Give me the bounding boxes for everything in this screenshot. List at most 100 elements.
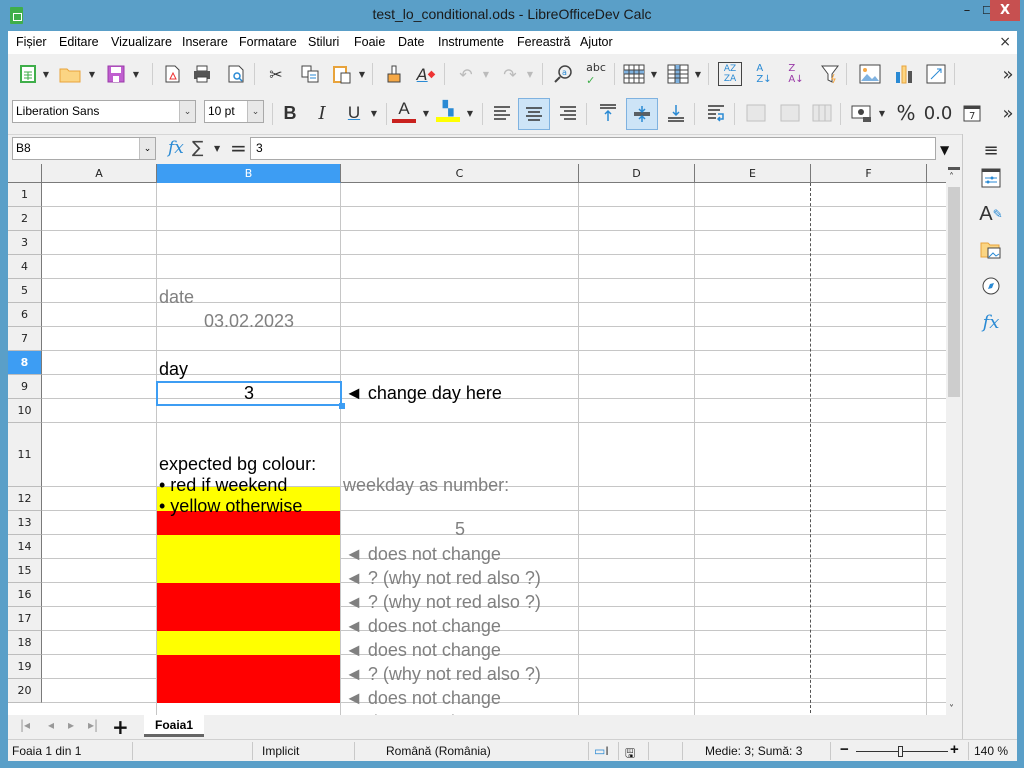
spelling-icon[interactable]: abc ✓ [584,61,608,87]
sort-descending-icon[interactable]: Z A↓ [784,62,808,86]
gallery-icon[interactable] [979,238,1003,262]
cell-b18-fill[interactable] [157,631,340,655]
cell-b14-fill[interactable] [157,535,340,559]
cut-icon[interactable]: ✂ [264,62,288,86]
number-format-button[interactable]: 0.0 [924,101,953,125]
cell-c13[interactable]: ◄ does not change [345,543,501,565]
sidebar-menu-icon[interactable]: ≡ [979,138,1003,162]
column-header-e[interactable]: E [695,164,811,183]
row-icon[interactable] [622,62,646,86]
styles-icon[interactable]: A ✎ [979,202,1003,226]
save-dropdown-icon[interactable]: ▼ [132,62,140,86]
chevron-down-icon[interactable]: ⌄ [179,101,195,122]
cell-c15[interactable]: ◄ ? (why not red also ?) [345,591,541,613]
close-button[interactable]: X [990,0,1020,21]
date-format-icon[interactable]: 7 [960,101,984,125]
cell-b11[interactable]: expected bg colour: • red if weekend • y… [159,454,316,517]
autofilter-icon[interactable] [818,62,842,86]
chevron-down-icon[interactable]: ⌄ [247,101,263,122]
font-color-icon[interactable]: A [392,99,416,123]
currency-format-icon[interactable] [850,101,874,125]
menu-insert[interactable]: Inserare [182,35,228,49]
new-dropdown-icon[interactable]: ▼ [42,62,50,86]
align-center-icon[interactable] [518,98,550,130]
row-header-1[interactable]: 1 [8,183,42,207]
row-header-10[interactable]: 10 [8,399,42,423]
row-header-7[interactable]: 7 [8,327,42,351]
last-sheet-icon[interactable]: ▸| [88,718,98,732]
clone-formatting-icon[interactable] [382,62,406,86]
navigator-icon[interactable] [979,274,1003,298]
copy-icon[interactable] [298,62,322,86]
function-wizard-icon[interactable]: fx [168,138,184,158]
cell-c16[interactable]: ◄ does not change [345,615,501,637]
pivot-table-icon[interactable] [924,62,948,86]
cell-c11[interactable]: weekday as number: [343,474,509,496]
menu-sheet[interactable]: Foaie [354,35,385,49]
add-sheet-button[interactable]: + [112,715,129,739]
row-header-6[interactable]: 6 [8,303,42,327]
row-dropdown-icon[interactable]: ▼ [650,62,658,86]
italic-button[interactable]: I [310,101,334,125]
row-header-19[interactable]: 19 [8,655,42,679]
properties-icon[interactable] [979,166,1003,190]
bold-button[interactable]: B [278,101,302,125]
selection-mode-icon[interactable]: ▭I [594,744,609,758]
row-header-15[interactable]: 15 [8,559,42,583]
cell-b5[interactable]: 03.02.2023 [157,310,341,332]
open-folder-icon[interactable] [58,62,82,86]
row-header-13[interactable]: 13 [8,511,42,535]
paste-icon[interactable] [330,62,354,86]
sort-icon[interactable]: AZ ZA [718,62,742,86]
column-header-b[interactable]: B [157,164,341,183]
menu-view[interactable]: Vizualizare [111,35,172,49]
menu-file[interactable]: Fișier [16,35,47,49]
row-header-18[interactable]: 18 [8,631,42,655]
row-header-17[interactable]: 17 [8,607,42,631]
align-left-icon[interactable] [490,101,514,125]
sum-icon[interactable]: ∑ [192,138,203,158]
select-all-corner[interactable] [8,164,42,183]
expand-formula-bar-icon[interactable]: ▼ [940,143,949,157]
menu-edit[interactable]: Editare [59,35,99,49]
fill-handle[interactable] [339,403,345,409]
print-icon[interactable] [190,62,214,86]
print-preview-icon[interactable] [224,62,248,86]
previous-sheet-icon[interactable]: ◂ [48,718,54,732]
document-modified-icon[interactable]: 🖫 [625,744,635,765]
row-header-14[interactable]: 14 [8,535,42,559]
underline-dropdown-icon[interactable]: ▼ [370,101,378,125]
column-header-a[interactable]: A [42,164,157,183]
menu-tools[interactable]: Instrumente [438,35,504,49]
currency-dropdown-icon[interactable]: ▼ [878,101,886,125]
scroll-down-icon[interactable]: ˅ [949,704,954,715]
chevron-down-icon[interactable]: ⌄ [139,138,155,159]
row-header-12[interactable]: 12 [8,487,42,511]
redo-dropdown-icon[interactable]: ▼ [526,62,534,86]
row-header-20[interactable]: 20 [8,679,42,703]
menu-data[interactable]: Date [398,35,424,49]
underline-button[interactable]: U [342,101,366,125]
center-vertically-icon[interactable] [626,98,658,130]
font-name-combo[interactable]: Liberation Sans ⌄ [12,100,196,123]
column-header-f[interactable]: F [811,164,927,183]
zoom-out-button[interactable]: − [840,741,849,758]
save-icon[interactable] [104,62,128,86]
functions-icon[interactable]: fx [979,310,1003,334]
cell-c19[interactable]: ◄ does not change [345,687,501,709]
vertical-scrollbar[interactable]: ˄ ˅ [946,164,962,721]
page-style[interactable]: Implicit [262,744,299,758]
undo-icon[interactable]: ↶ [454,62,478,86]
menu-help[interactable]: Ajutor [580,35,613,49]
zoom-level[interactable]: 140 % [974,744,1008,758]
cell-b7[interactable]: day [159,358,188,380]
column-header-d[interactable]: D [579,164,695,183]
align-right-icon[interactable] [556,101,580,125]
zoom-slider-thumb[interactable] [898,746,903,757]
next-sheet-icon[interactable]: ▸ [68,718,74,732]
align-bottom-icon[interactable] [664,101,688,125]
row-header-11[interactable]: 11 [8,423,42,487]
more-formatting-icon[interactable]: » [996,101,1020,125]
export-pdf-icon[interactable] [160,62,184,86]
first-sheet-icon[interactable]: |◂ [20,718,30,732]
